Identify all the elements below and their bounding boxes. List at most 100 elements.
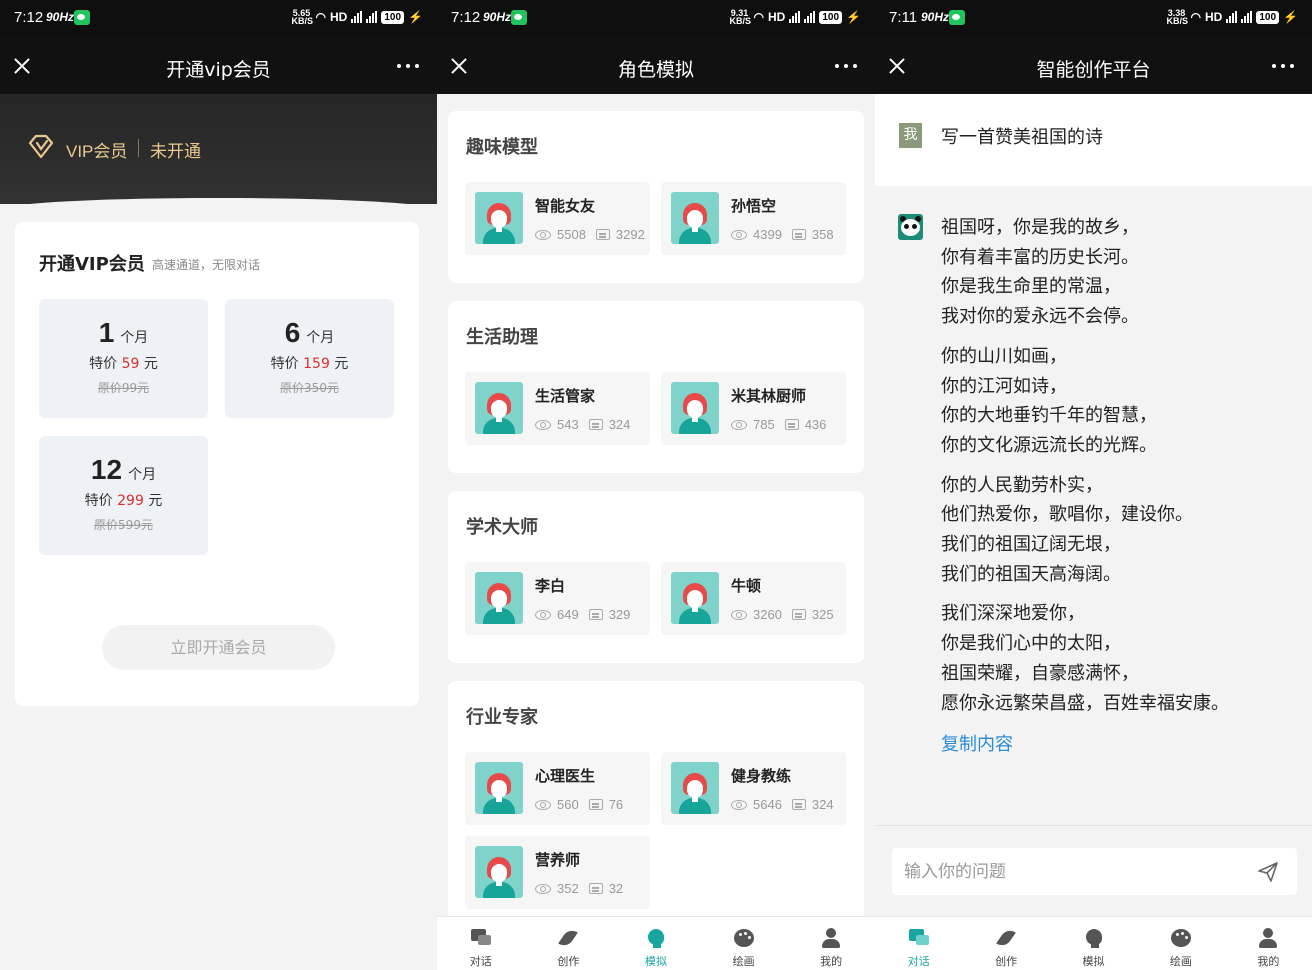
role-name: 李白 — [535, 577, 566, 595]
chat-count: 325 — [811, 607, 834, 622]
message-icon — [595, 229, 610, 240]
role-card[interactable]: 心理医生 560 76 — [465, 752, 650, 825]
role-avatar — [475, 382, 523, 434]
more-icon[interactable] — [1272, 64, 1294, 68]
assistant-message-text: 祖国呀，你是我的故乡， 你有着丰富的历史长河。 你是我生命里的常温， 我对你的爱永远不… — [941, 213, 1229, 728]
vip-banner: VIP会员 未开通 — [0, 94, 437, 210]
role-avatar — [671, 192, 719, 244]
nav-simulate[interactable]: 模拟 — [1050, 917, 1137, 970]
role-stats: 649 329 — [535, 607, 630, 622]
chat-count: 3292 — [615, 227, 645, 242]
vip-label: VIP会员 — [66, 142, 128, 161]
charging-icon: ⚡ — [846, 10, 861, 24]
nav-mine[interactable]: 我的 — [1225, 917, 1312, 970]
role-card[interactable]: 智能女友 5508 3292 — [465, 182, 650, 255]
question-input[interactable] — [904, 848, 1244, 895]
nav-draw[interactable]: 绘画 — [700, 917, 788, 970]
wifi-icon: ◠ — [1190, 10, 1202, 24]
plan-option-6-month[interactable]: 6 个月 特价 159 元 原价350元 — [225, 299, 394, 418]
more-icon[interactable] — [397, 64, 419, 68]
eye-icon — [535, 229, 551, 240]
nav-chat[interactable]: 对话 — [437, 917, 525, 970]
card-title: 开通VIP会员 — [39, 254, 145, 275]
vip-diamond-icon — [28, 134, 54, 159]
message-icon — [791, 229, 806, 240]
charging-icon: ⚡ — [408, 10, 423, 24]
copy-content-link[interactable]: 复制内容 — [941, 730, 1013, 756]
status-time: 7:12 — [14, 9, 44, 26]
role-card[interactable]: 营养师 352 32 — [465, 836, 650, 909]
plan-months: 6 — [284, 317, 301, 348]
message-icon — [588, 419, 603, 430]
role-name: 米其林厨师 — [731, 387, 807, 405]
role-name: 智能女友 — [535, 197, 596, 215]
role-name: 心理医生 — [535, 767, 596, 785]
role-card[interactable]: 生活管家 543 324 — [465, 372, 650, 445]
nav-chat[interactable]: 对话 — [875, 917, 962, 970]
open-membership-button[interactable]: 立即开通会员 — [102, 625, 335, 670]
role-avatar — [671, 382, 719, 434]
role-avatar — [475, 762, 523, 814]
role-card[interactable]: 孙悟空 4399 358 — [661, 182, 846, 255]
chat-count: 436 — [804, 417, 827, 432]
eye-icon — [535, 883, 551, 894]
nav-simulate[interactable]: 模拟 — [612, 917, 700, 970]
nav-create[interactable]: 创作 — [525, 917, 613, 970]
wifi-icon: ◠ — [315, 10, 327, 24]
eye-icon — [535, 799, 551, 810]
plan-unit: 个月 — [128, 467, 157, 483]
status-bar: 7:12 90Hz 9.31 KB/S ◠ HD 100 ⚡ — [437, 0, 875, 38]
role-card[interactable]: 李白 649 329 — [465, 562, 650, 635]
nav-mine[interactable]: 我的 — [787, 917, 875, 970]
message-icon — [588, 799, 603, 810]
eye-icon — [731, 799, 747, 810]
user-avatar: 我 — [899, 123, 922, 148]
plan-months: 12 — [90, 454, 123, 485]
vip-screen: 7:12 90Hz 5.65 KB/S ◠ HD 100 ⚡ 开通vip会员 VI… — [0, 0, 437, 970]
wifi-icon: ◠ — [753, 10, 765, 24]
role-card[interactable]: 米其林厨师 785 436 — [661, 372, 846, 445]
view-count: 3260 — [753, 607, 782, 622]
chat-screen: 7:11 90Hz 3.38 KB/S ◠ HD 100 ⚡ 智能创作平台 我 写… — [875, 0, 1312, 970]
message-icon — [791, 609, 806, 620]
plan-option-1-month[interactable]: 1 个月 特价 59 元 原价99元 — [39, 299, 208, 418]
role-list[interactable]: 趣味模型 智能女友 5508 3292 孙悟空 4399 358 生活助理 生活管家… — [437, 94, 875, 916]
role-name: 营养师 — [535, 851, 581, 869]
chat-count: 32 — [608, 881, 624, 896]
feather-icon — [557, 927, 579, 949]
role-stats: 560 76 — [535, 797, 623, 812]
page-title: 角色模拟 — [617, 59, 694, 81]
nav-create[interactable]: 创作 — [962, 917, 1049, 970]
role-stats: 5508 3292 — [535, 227, 645, 242]
send-icon[interactable] — [1257, 861, 1279, 883]
message-icon — [588, 609, 603, 620]
head-icon — [1083, 927, 1105, 949]
role-card[interactable]: 健身教练 5646 324 — [661, 752, 846, 825]
status-bar: 7:12 90Hz 5.65 KB/S ◠ HD 100 ⚡ — [0, 0, 437, 38]
chat-count: 324 — [608, 417, 631, 432]
title-bar: 开通vip会员 — [0, 38, 437, 94]
plan-unit: 个月 — [306, 330, 335, 346]
nav-draw[interactable]: 绘画 — [1137, 917, 1224, 970]
plan-original-price: 原价350元 — [280, 381, 339, 395]
eye-icon — [731, 419, 747, 430]
view-count: 560 — [557, 797, 579, 812]
view-count: 649 — [557, 607, 579, 622]
role-screen: 7:12 90Hz 9.31 KB/S ◠ HD 100 ⚡ 角色模拟 趣味模型 … — [437, 0, 875, 970]
eye-icon — [535, 609, 551, 620]
hd-badge: HD — [1205, 10, 1223, 24]
palette-icon — [733, 927, 755, 949]
poem-stanza: 你的人民勤劳朴实， 他们热爱你，歌唱你，建设你。 我们的祖国辽阔无垠， 我们的祖国天高… — [941, 474, 1193, 585]
network-speed: 3.38 KB/S — [1166, 8, 1189, 26]
user-message: 我 写一首赞美祖国的诗 — [875, 94, 1312, 186]
more-icon[interactable] — [835, 64, 857, 68]
role-avatar — [475, 572, 523, 624]
title-bar: 角色模拟 — [437, 38, 875, 94]
network-speed: 9.31 KB/S — [729, 8, 752, 26]
poem-stanza: 你的山川如画， 你的江河如诗， 你的大地垂钓千年的智慧， 你的文化源远流长的光辉。 — [941, 345, 1157, 456]
role-card[interactable]: 牛顿 3260 325 — [661, 562, 846, 635]
chat-count: 329 — [608, 607, 631, 622]
plan-option-12-month[interactable]: 12 个月 特价 299 元 原价599元 — [39, 436, 208, 555]
view-count: 785 — [753, 417, 775, 432]
wechat-icon — [511, 10, 527, 25]
